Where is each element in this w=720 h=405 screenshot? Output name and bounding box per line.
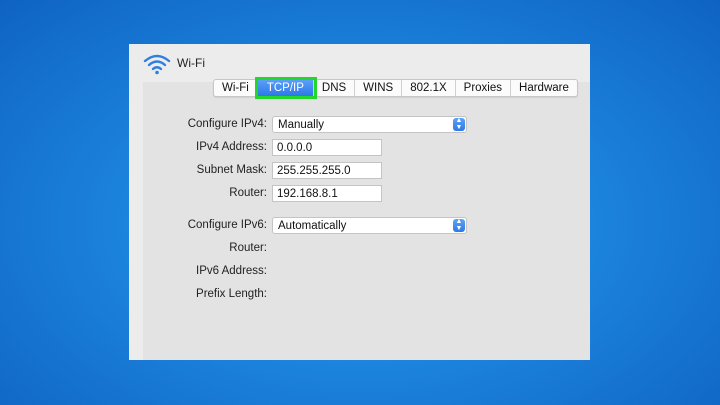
configure-ipv4-select[interactable]: Manually ▲ ▼ xyxy=(272,116,467,133)
network-settings-panel: Wi-Fi Wi-Fi TCP/IP DNS WINS 802.1X Proxi… xyxy=(129,44,590,360)
ipv6-address-row: IPv6 Address: xyxy=(129,263,267,280)
router-ipv6-row: Router: xyxy=(129,240,267,257)
configure-ipv4-value: Manually xyxy=(278,119,325,131)
tab-proxies[interactable]: Proxies xyxy=(456,80,512,96)
tab-tcpip[interactable]: TCP/IP xyxy=(254,77,317,99)
tab-8021x[interactable]: 802.1X xyxy=(402,80,456,96)
prefix-length-row: Prefix Length: xyxy=(129,286,267,303)
configure-ipv6-value: Automatically xyxy=(278,220,347,232)
tab-dns[interactable]: DNS xyxy=(314,80,356,96)
tab-wifi[interactable]: Wi-Fi xyxy=(214,80,258,96)
subnet-mask-row: Subnet Mask: xyxy=(129,162,267,179)
ipv6-address-label: IPv6 Address: xyxy=(196,265,267,277)
prefix-length-label: Prefix Length: xyxy=(196,288,267,300)
configure-ipv4-row: Configure IPv4: xyxy=(129,116,267,133)
router-ipv4-label: Router: xyxy=(229,187,267,199)
subnet-mask-label: Subnet Mask: xyxy=(196,164,267,176)
router-ipv6-label: Router: xyxy=(229,242,267,254)
ipv4-address-field[interactable]: 0.0.0.0 xyxy=(272,139,382,156)
configure-ipv6-select[interactable]: Automatically ▲ ▼ xyxy=(272,217,467,234)
chevron-up-down-icon: ▲ ▼ xyxy=(453,117,465,131)
panel-title: Wi-Fi xyxy=(177,56,205,70)
configure-ipv6-row: Configure IPv6: xyxy=(129,217,267,234)
chevron-up-down-icon: ▲ ▼ xyxy=(453,218,465,232)
configure-ipv4-label: Configure IPv4: xyxy=(187,118,267,130)
router-ipv4-field[interactable]: 192.168.8.1 xyxy=(272,185,382,202)
subnet-mask-field[interactable]: 255.255.255.0 xyxy=(272,162,382,179)
tab-wins[interactable]: WINS xyxy=(355,80,403,96)
tab-hardware[interactable]: Hardware xyxy=(511,80,577,96)
ipv4-address-row: IPv4 Address: xyxy=(129,139,267,156)
configure-ipv6-label: Configure IPv6: xyxy=(187,219,267,231)
ipv4-address-label: IPv4 Address: xyxy=(196,141,267,153)
router-ipv4-row: Router: xyxy=(129,185,267,202)
tab-bar: Wi-Fi TCP/IP DNS WINS 802.1X Proxies Har… xyxy=(213,77,578,99)
wifi-icon xyxy=(143,54,171,75)
